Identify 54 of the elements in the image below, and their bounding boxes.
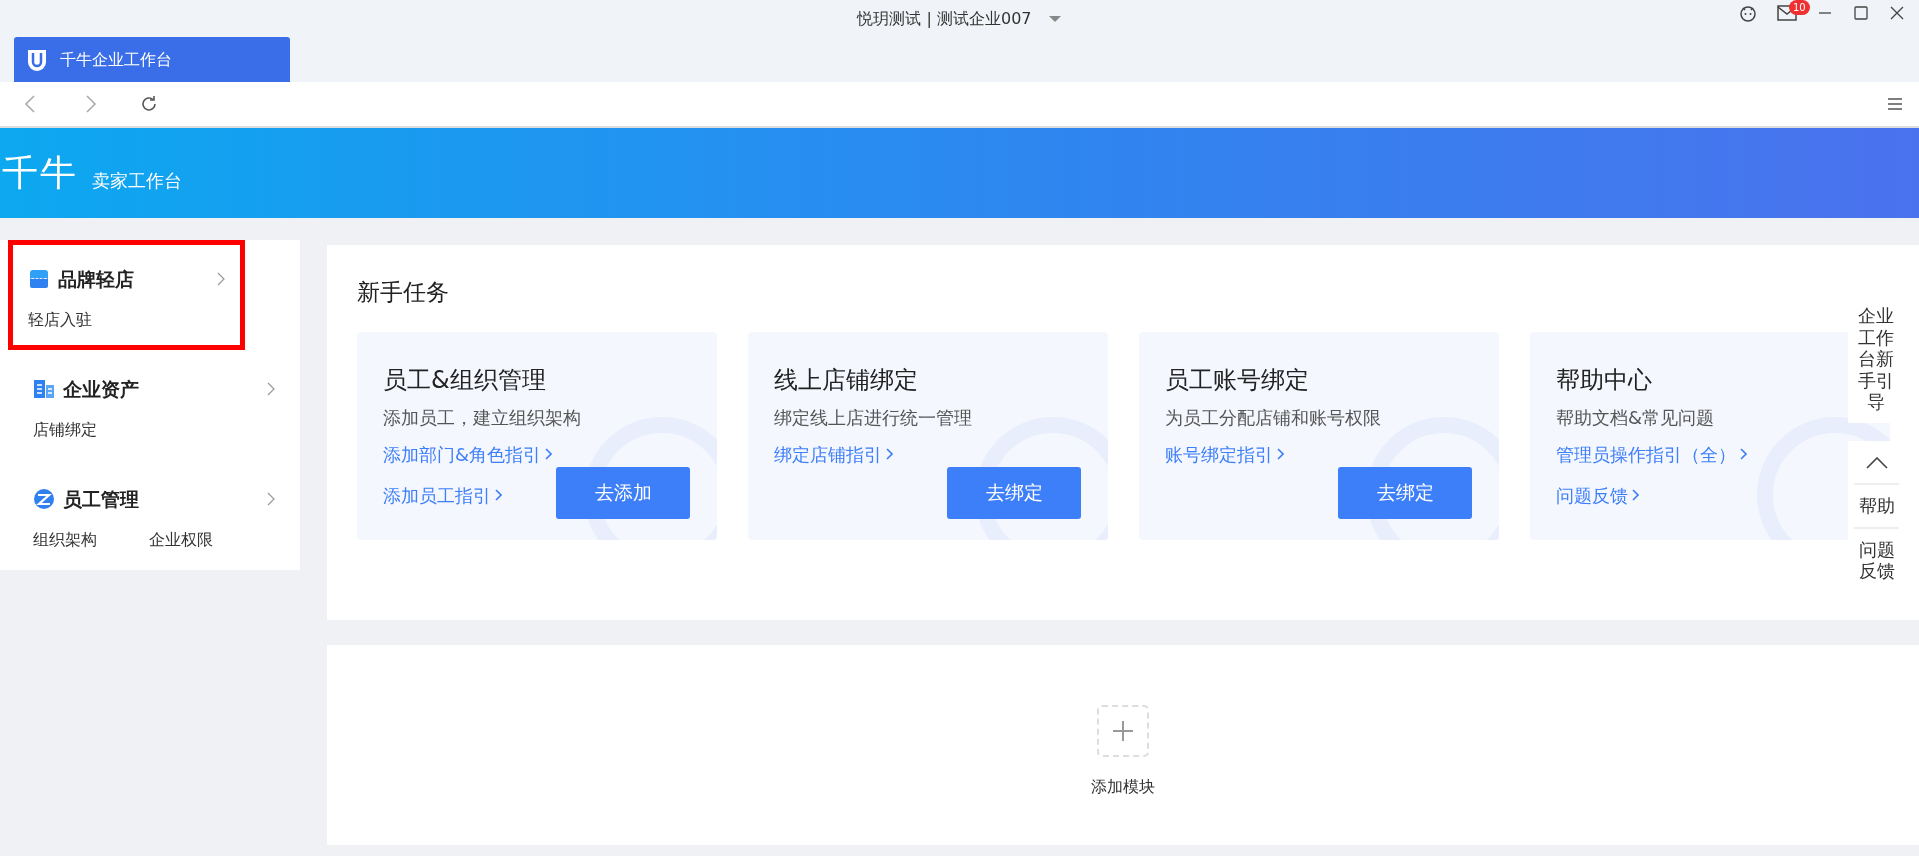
chevron-right-icon <box>1740 448 1747 460</box>
add-module-label: 添加模块 <box>1091 776 1155 798</box>
z-logo-icon <box>33 489 55 510</box>
section-title: 新手任务 <box>357 278 450 307</box>
maximize-icon[interactable] <box>1853 5 1869 21</box>
menu-title[interactable]: 企业资产 <box>63 375 139 404</box>
chevron-right-icon <box>1632 489 1639 501</box>
menu-title[interactable]: 品牌轻店 <box>58 265 134 294</box>
menu-link[interactable]: 组织架构 <box>33 527 97 552</box>
card-description: 绑定线上店进行统一管理 <box>774 405 973 430</box>
face-icon[interactable] <box>1739 4 1757 22</box>
add-module-button[interactable] <box>1097 705 1149 757</box>
chevron-right-icon <box>545 448 553 460</box>
menu-link[interactable]: 轻店入驻 <box>28 307 92 332</box>
chevron-right-icon[interactable] <box>267 382 275 397</box>
menu-link[interactable]: 店铺绑定 <box>33 417 97 442</box>
plus-icon <box>1112 720 1134 742</box>
action-button[interactable]: 去绑定 <box>1338 466 1472 519</box>
guide-link[interactable]: 管理员操作指引（全） <box>1556 440 1747 468</box>
chevron-right-icon[interactable] <box>217 272 225 287</box>
card-title: 帮助中心 <box>1556 364 1653 396</box>
float-menu-item[interactable]: 帮助 <box>1854 482 1899 527</box>
dropdown-caret-icon[interactable] <box>1047 14 1062 23</box>
building-icon <box>33 379 55 400</box>
chevron-right-icon <box>1277 448 1284 460</box>
chevron-right-icon <box>886 448 893 460</box>
float-menu-item[interactable]: 问题反馈 <box>1854 526 1899 592</box>
card-title: 员工账号绑定 <box>1165 364 1310 396</box>
guide-link[interactable]: 添加员工指引 <box>383 481 502 509</box>
shield-logo-icon <box>26 47 48 72</box>
unread-count: 10 <box>1789 0 1810 15</box>
store-icon <box>28 269 50 290</box>
chevron-right-icon <box>495 489 502 501</box>
card-title: 员工&组织管理 <box>383 364 547 396</box>
action-button[interactable]: 去绑定 <box>947 466 1081 519</box>
menu-link[interactable]: 企业权限 <box>149 527 213 552</box>
guide-link[interactable]: 账号绑定指引 <box>1165 440 1284 468</box>
action-button[interactable]: 去添加 <box>556 466 690 519</box>
menu-icon[interactable] <box>1887 97 1903 111</box>
guide-link[interactable]: 添加部门&角色指引 <box>383 440 553 468</box>
header-subtitle: 卖家工作台 <box>92 168 182 193</box>
app-tab[interactable]: 千牛企业工作台 <box>14 37 290 82</box>
card-description: 帮助文档&常见问题 <box>1556 405 1716 430</box>
menu-title[interactable]: 员工管理 <box>63 485 139 514</box>
window-title: 悦玥测试 | 测试企业007 <box>857 7 1032 30</box>
guide-link[interactable]: 问题反馈 <box>1556 481 1639 509</box>
card-description: 添加员工，建立组织架构 <box>383 405 582 430</box>
close-icon[interactable] <box>1889 5 1905 21</box>
app-logo: 千牛 <box>2 151 78 195</box>
card-title: 线上店铺绑定 <box>774 364 919 396</box>
chevron-right-icon[interactable] <box>267 492 275 507</box>
guide-link[interactable]: 绑定店铺指引 <box>774 440 893 468</box>
card-description: 为员工分配店铺和账号权限 <box>1165 405 1382 430</box>
chevron-up-icon <box>1865 456 1888 469</box>
